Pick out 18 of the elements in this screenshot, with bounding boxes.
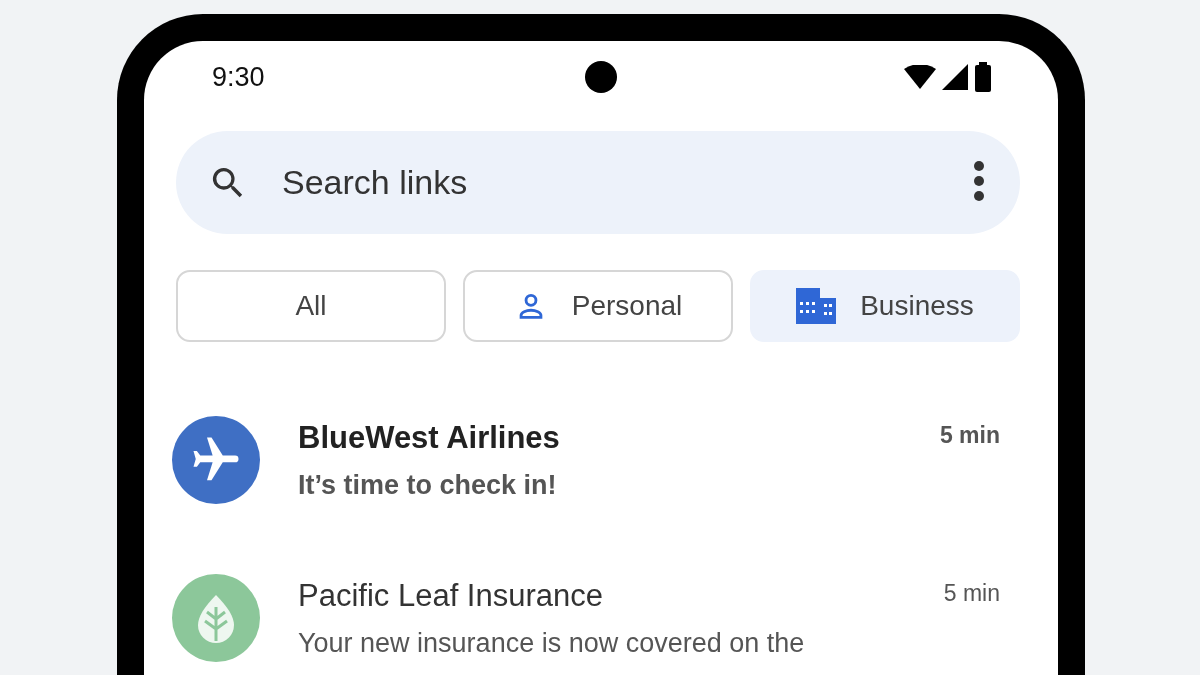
- message-preview: It’s time to check in!: [298, 469, 558, 501]
- filter-tab[interactable]: Personal: [463, 270, 733, 342]
- building-icon: [796, 288, 837, 324]
- camera-dot: [585, 61, 617, 93]
- message-time: 5 min: [939, 422, 1000, 449]
- clock-time: 9:30: [212, 61, 265, 93]
- sender-name: Pacific Leaf Insurance: [298, 577, 604, 614]
- wifi-icon: [904, 65, 936, 89]
- filter-tab[interactable]: Business: [750, 270, 1020, 342]
- sender-name: BlueWest Airlines: [298, 419, 561, 456]
- more-options-icon[interactable]: [972, 159, 986, 202]
- search-field[interactable]: Search links: [280, 162, 940, 203]
- filter-tab[interactable]: All: [176, 270, 446, 342]
- search-bar[interactable]: Search links: [176, 131, 1020, 234]
- message-preview: Your new insurance is now covered on the: [298, 627, 806, 659]
- signal-icon: [942, 64, 968, 90]
- battery-icon: [974, 62, 992, 92]
- message-time: 5 min: [943, 580, 1000, 607]
